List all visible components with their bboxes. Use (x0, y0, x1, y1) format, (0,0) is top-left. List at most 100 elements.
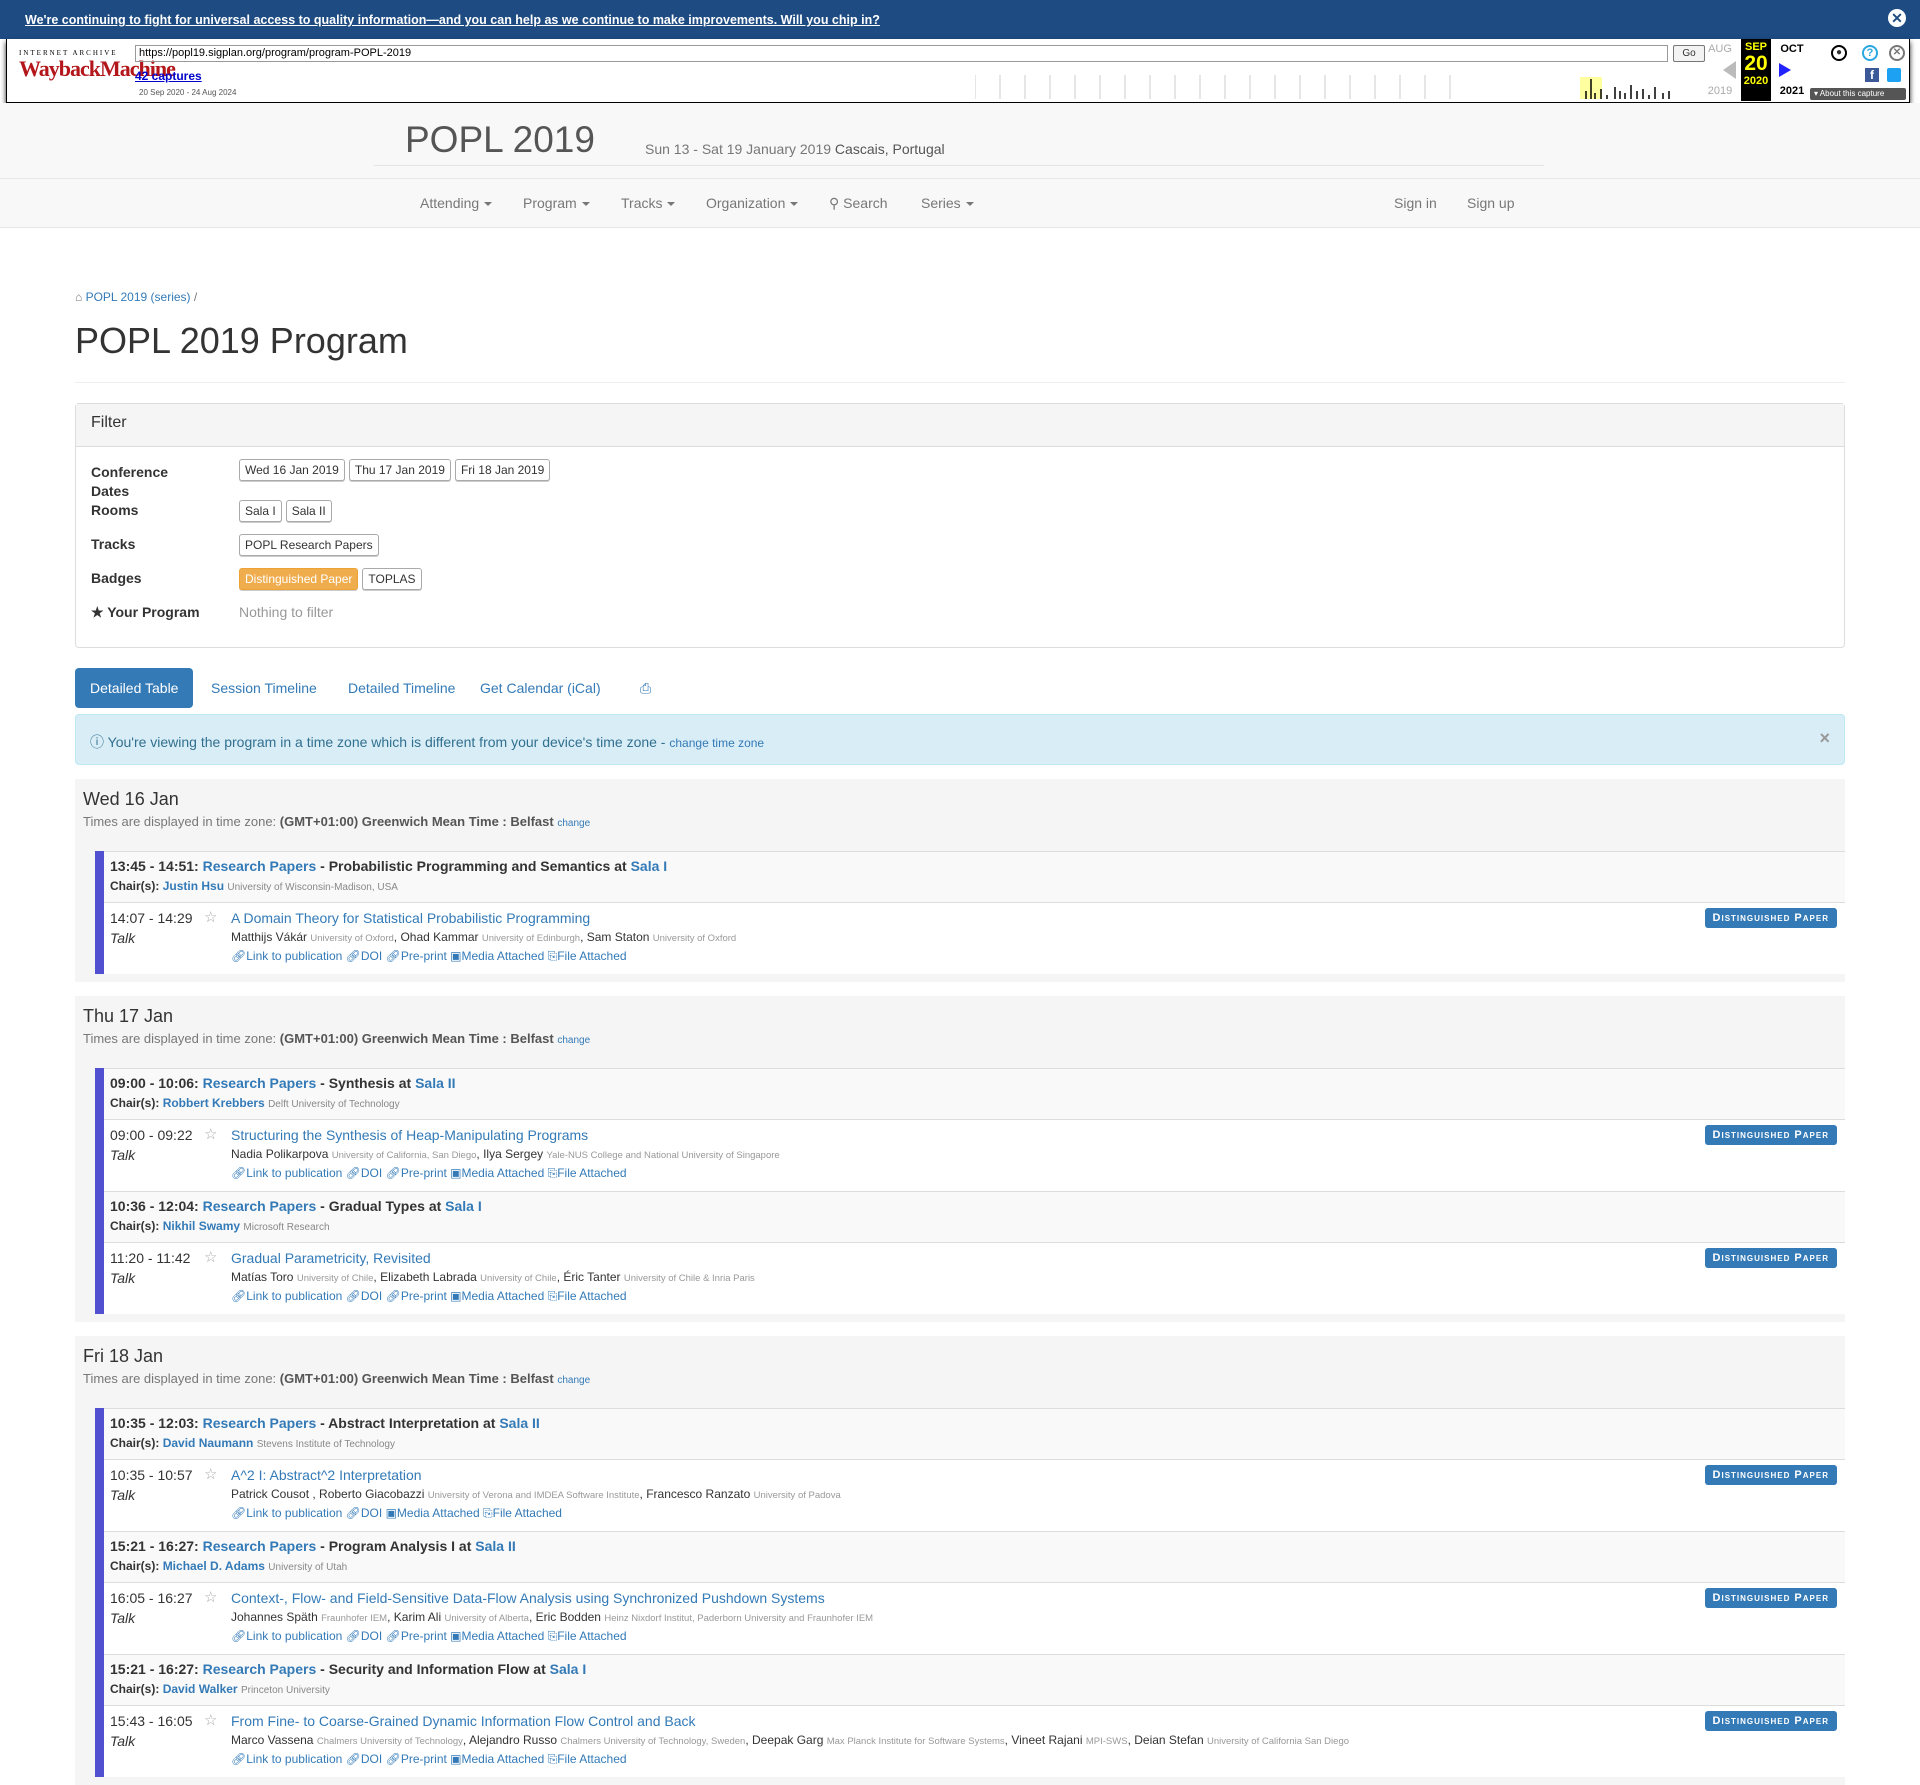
site-title[interactable]: POPL 2019 (405, 119, 595, 161)
author-name[interactable]: Alejandro Russo (469, 1733, 557, 1747)
close-toolbar-icon[interactable]: ✕ (1889, 45, 1905, 61)
prev-capture-icon[interactable] (1723, 61, 1736, 79)
track-link[interactable]: Research Papers (203, 858, 317, 874)
track-link[interactable]: Research Papers (203, 1415, 317, 1431)
file-link[interactable]: File Attached (557, 1289, 626, 1303)
file-link[interactable]: File Attached (557, 949, 626, 963)
room-link[interactable]: Sala II (499, 1415, 539, 1431)
change-timezone-link[interactable]: change time zone (669, 736, 764, 750)
author-name[interactable]: Deepak Garg (752, 1733, 823, 1747)
star-icon[interactable]: ☆ (204, 1711, 217, 1729)
media-link[interactable]: Media Attached (397, 1506, 480, 1520)
track-link[interactable]: Research Papers (203, 1198, 317, 1214)
author-name[interactable]: Patrick Cousot (231, 1487, 309, 1501)
about-capture-button[interactable]: ▾ About this capture (1810, 88, 1906, 100)
star-icon[interactable]: ☆ (204, 1588, 217, 1606)
publication-link[interactable]: Link to publication (246, 949, 342, 963)
preprint-link[interactable]: Pre-print (401, 1752, 447, 1766)
author-name[interactable]: Matthijs Vákár (231, 930, 307, 944)
author-name[interactable]: Vineet Rajani (1011, 1733, 1082, 1747)
author-name[interactable]: Karim Ali (394, 1610, 441, 1624)
event-title-link[interactable]: A^2 I: Abstract^2 Interpretation (231, 1467, 422, 1483)
preprint-link[interactable]: Pre-print (401, 949, 447, 963)
chair-link[interactable]: David Walker (163, 1682, 238, 1696)
event-title-link[interactable]: A Domain Theory for Statistical Probabil… (231, 910, 590, 926)
media-link[interactable]: Media Attached (462, 1629, 545, 1643)
filter-room-sala-i[interactable]: Sala I (239, 500, 282, 522)
nav-organization[interactable]: Organization (706, 195, 799, 211)
nav-program[interactable]: Program (523, 195, 590, 211)
room-link[interactable]: Sala I (550, 1661, 587, 1677)
media-link[interactable]: Media Attached (462, 1166, 545, 1180)
facebook-icon[interactable]: f (1865, 68, 1879, 82)
preprint-link[interactable]: Pre-print (401, 1629, 447, 1643)
filter-badge-distinguished[interactable]: Distinguished Paper (239, 568, 359, 590)
next-capture-icon[interactable] (1779, 63, 1791, 77)
media-link[interactable]: Media Attached (462, 949, 545, 963)
author-name[interactable]: Marco Vassena (231, 1733, 313, 1747)
wayback-go-button[interactable]: Go (1673, 45, 1705, 62)
file-link[interactable]: File Attached (557, 1629, 626, 1643)
star-icon[interactable]: ☆ (204, 1465, 217, 1483)
chair-link[interactable]: Robbert Krebbers (163, 1096, 265, 1110)
file-link[interactable]: File Attached (557, 1752, 626, 1766)
tab-session-timeline[interactable]: Session Timeline (196, 668, 332, 708)
chair-link[interactable]: Michael D. Adams (163, 1559, 265, 1573)
track-link[interactable]: Research Papers (203, 1075, 317, 1091)
track-link[interactable]: Research Papers (203, 1661, 317, 1677)
publication-link[interactable]: Link to publication (246, 1166, 342, 1180)
file-link[interactable]: File Attached (493, 1506, 562, 1520)
tab-ical[interactable]: Get Calendar (iCal) (465, 668, 616, 708)
room-link[interactable]: Sala I (445, 1198, 482, 1214)
filter-date-fri[interactable]: Fri 18 Jan 2019 (454, 459, 551, 481)
filter-track-popl[interactable]: POPL Research Papers (239, 534, 379, 556)
nav-series[interactable]: Series (921, 195, 974, 211)
author-name[interactable]: Eric Bodden (536, 1610, 601, 1624)
close-banner-icon[interactable]: ✕ (1888, 9, 1906, 27)
next-month[interactable]: OCT (1775, 43, 1809, 55)
nav-search[interactable]: ⚲ Search (829, 195, 888, 212)
doi-link[interactable]: DOI (361, 949, 382, 963)
tab-detailed-table[interactable]: Detailed Table (75, 668, 194, 708)
author-name[interactable]: Elizabeth Labrada (380, 1270, 477, 1284)
publication-link[interactable]: Link to publication (246, 1752, 342, 1766)
filter-date-wed[interactable]: Wed 16 Jan 2019 (239, 459, 345, 481)
wayback-logo[interactable]: INTERNET ARCHIVE WaybackMachine (19, 49, 176, 95)
capture-sparkline[interactable] (975, 71, 1707, 99)
sign-in-link[interactable]: Sign in (1394, 195, 1437, 211)
wayback-url-input[interactable]: https://popl19.sigplan.org/program/progr… (135, 45, 1668, 62)
room-link[interactable]: Sala II (415, 1075, 455, 1091)
twitter-icon[interactable] (1887, 68, 1901, 82)
donation-link[interactable]: We're continuing to fight for universal … (25, 13, 880, 27)
filter-room-sala-ii[interactable]: Sala II (285, 500, 332, 522)
preprint-link[interactable]: Pre-print (401, 1166, 447, 1180)
prev-month[interactable]: AUG (1703, 43, 1737, 55)
sign-up-link[interactable]: Sign up (1467, 195, 1514, 211)
star-icon[interactable]: ☆ (204, 1248, 217, 1266)
user-icon[interactable]: ● (1831, 45, 1847, 61)
author-name[interactable]: Sam Staton (587, 930, 650, 944)
doi-link[interactable]: DOI (361, 1166, 382, 1180)
event-title-link[interactable]: From Fine- to Coarse-Grained Dynamic Inf… (231, 1713, 696, 1729)
filter-badge-toplas[interactable]: TOPLAS (362, 568, 422, 590)
close-alert-icon[interactable]: × (1819, 728, 1830, 749)
doi-link[interactable]: DOI (361, 1289, 382, 1303)
author-name[interactable]: Nadia Polikarpova (231, 1147, 328, 1161)
nav-attending[interactable]: Attending (420, 195, 493, 211)
change-timezone-link[interactable]: change (557, 818, 590, 829)
file-link[interactable]: File Attached (557, 1166, 626, 1180)
chair-link[interactable]: David Naumann (163, 1436, 254, 1450)
author-name[interactable]: Deian Stefan (1134, 1733, 1203, 1747)
author-name[interactable]: Roberto Giacobazzi (319, 1487, 424, 1501)
event-title-link[interactable]: Context-, Flow- and Field-Sensitive Data… (231, 1590, 825, 1606)
captures-link[interactable]: 42 captures (135, 69, 202, 83)
track-link[interactable]: Research Papers (203, 1538, 317, 1554)
doi-link[interactable]: DOI (361, 1629, 382, 1643)
publication-link[interactable]: Link to publication (246, 1629, 342, 1643)
star-icon[interactable]: ☆ (204, 908, 217, 926)
home-icon[interactable]: ⌂ (75, 290, 82, 304)
author-name[interactable]: Johannes Späth (231, 1610, 318, 1624)
media-link[interactable]: Media Attached (462, 1289, 545, 1303)
doi-link[interactable]: DOI (361, 1752, 382, 1766)
author-name[interactable]: Ohad Kammar (400, 930, 478, 944)
